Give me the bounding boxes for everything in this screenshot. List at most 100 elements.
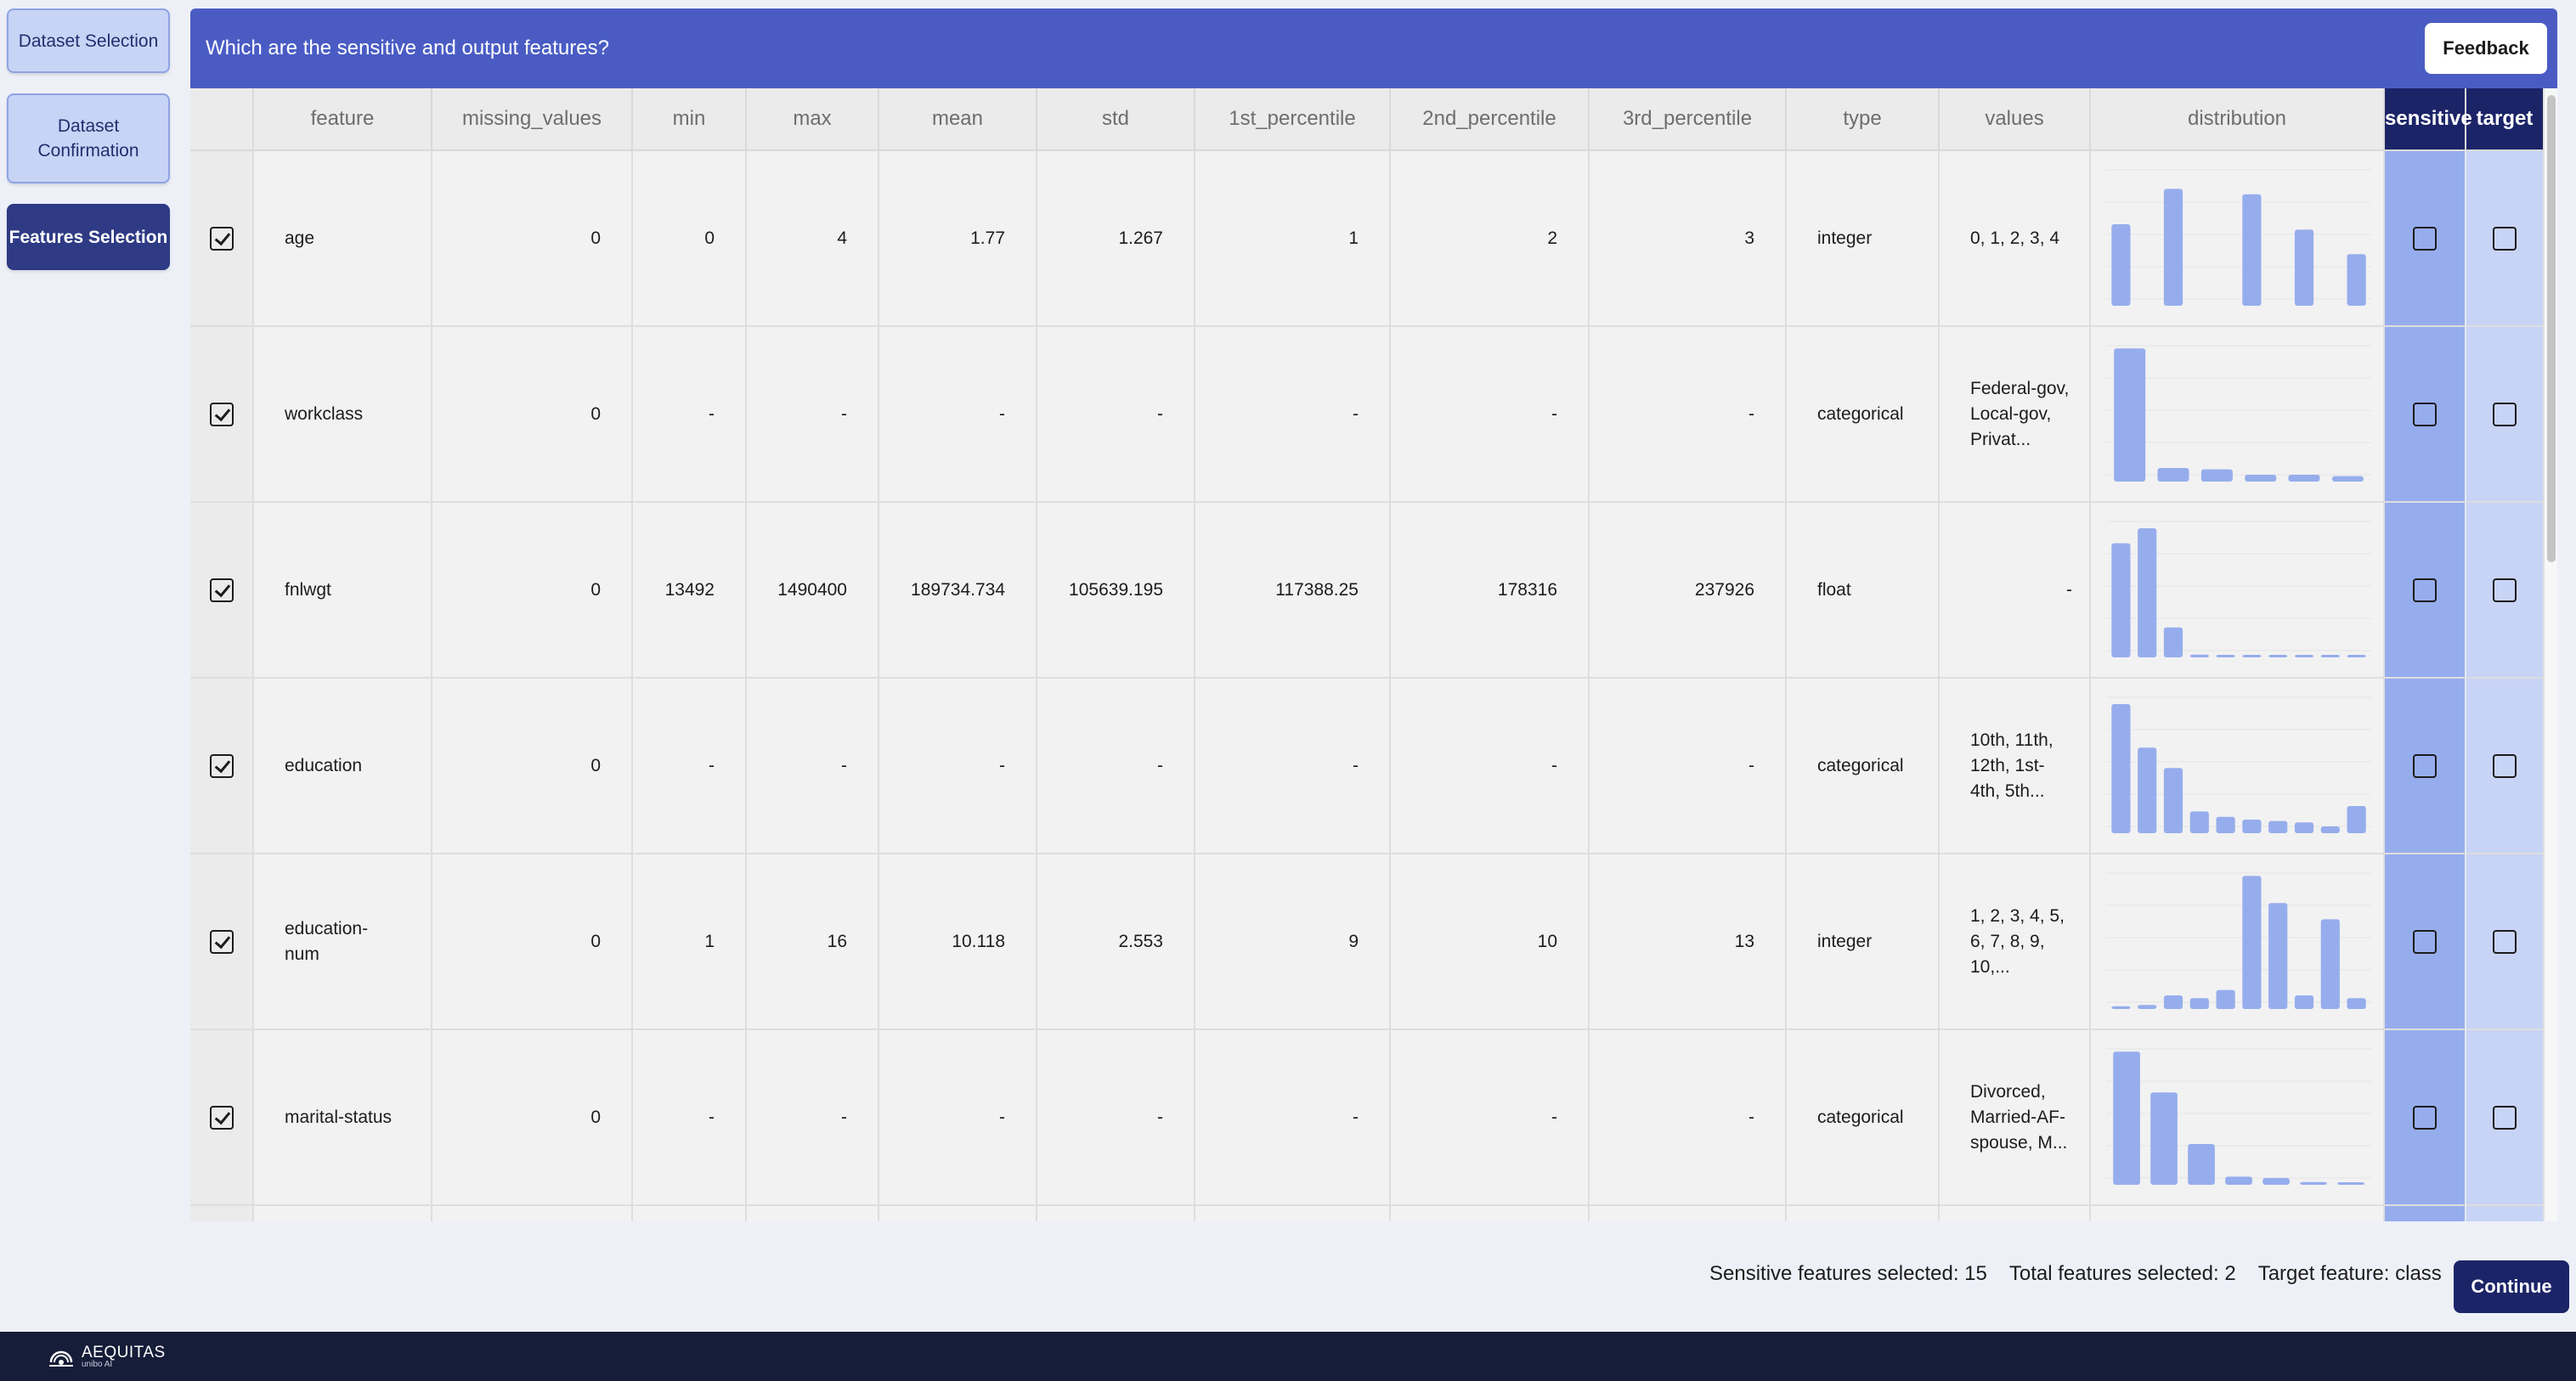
table-row <box>190 1205 2545 1221</box>
distribution-histogram <box>2106 696 2371 833</box>
logo-name: AEQUITAS <box>82 1344 166 1361</box>
scrollbar-thumb[interactable] <box>2547 95 2556 562</box>
std-cell: 2.553 <box>1037 854 1195 1030</box>
column-header-target[interactable]: target <box>2466 88 2545 151</box>
histogram-bar <box>2337 1181 2364 1185</box>
histogram-bar <box>2138 747 2157 833</box>
continue-button[interactable]: Continue <box>2454 1260 2569 1313</box>
distribution-cell <box>2090 502 2385 679</box>
sensitive-checkbox[interactable] <box>2413 929 2437 954</box>
sidebar-item-features-selection[interactable]: Features Selection <box>7 204 170 270</box>
sensitive-checkbox[interactable] <box>2413 1105 2437 1130</box>
type-cell: integer <box>1786 854 1940 1030</box>
histogram-bar <box>2294 654 2314 657</box>
row-select-cell <box>190 1029 254 1206</box>
partial-row-cell <box>632 1205 747 1221</box>
percentile-3-cell: 13 <box>1589 854 1787 1030</box>
percentile-2-cell: 10 <box>1390 854 1590 1030</box>
partial-row-cell <box>878 1205 1037 1221</box>
distribution-cell <box>2090 678 2385 854</box>
table-scrollbar[interactable] <box>2544 88 2557 1221</box>
histogram-bar <box>2242 194 2262 306</box>
std-cell: - <box>1037 326 1195 503</box>
histogram-bar <box>2320 826 2340 833</box>
column-header-values[interactable]: values <box>1939 88 2091 151</box>
values-cell: Divorced, Married-AF-spouse, M... <box>1939 1029 2091 1206</box>
histogram-bar <box>2216 654 2235 657</box>
missing-values-cell: 0 <box>432 854 633 1030</box>
histogram-bar <box>2157 467 2189 482</box>
histogram-bar <box>2216 816 2235 833</box>
sidebar: Dataset Selection Dataset Confirmation F… <box>7 8 170 290</box>
std-cell: - <box>1037 678 1195 854</box>
histogram-bar <box>2347 253 2366 306</box>
values-cell: 1, 2, 3, 4, 5, 6, 7, 8, 9, 10,... <box>1939 854 2091 1030</box>
sensitive-checkbox[interactable] <box>2413 402 2437 426</box>
row-select-cell <box>190 326 254 503</box>
column-header-3rd-percentile[interactable]: 3rd_percentile <box>1589 88 1787 151</box>
histogram-bar <box>2111 543 2131 657</box>
percentile-2-cell: - <box>1390 678 1590 854</box>
histogram-bar <box>2163 627 2183 657</box>
partial-row-cell <box>1939 1205 2091 1221</box>
values-cell: - <box>1939 502 2091 679</box>
row-select-checkbox[interactable] <box>209 402 234 426</box>
table-row: age 0 0 4 1.77 1.267 1 2 3 integer 0, 1, 2, 3, 4 <box>190 150 2545 327</box>
histogram-bar <box>2138 1004 2157 1009</box>
sensitive-checkbox[interactable] <box>2413 753 2437 778</box>
histogram-bar <box>2347 654 2366 657</box>
row-select-checkbox[interactable] <box>209 753 234 778</box>
aequitas-logo-icon <box>49 1350 73 1367</box>
table-body: age 0 0 4 1.77 1.267 1 2 3 integer 0, 1, 2, 3, 4 wo… <box>190 150 2545 1221</box>
partial-row-cell <box>1037 1205 1195 1221</box>
target-checkbox[interactable] <box>2493 402 2517 426</box>
column-header-2nd-percentile[interactable]: 2nd_percentile <box>1390 88 1590 151</box>
sensitive-cell <box>2384 326 2466 503</box>
histogram-bar <box>2113 1051 2140 1185</box>
column-header-std[interactable]: std <box>1037 88 1195 151</box>
row-select-checkbox[interactable] <box>209 226 234 251</box>
target-checkbox[interactable] <box>2493 753 2517 778</box>
row-select-cell <box>190 678 254 854</box>
target-cell <box>2466 150 2545 327</box>
type-cell: categorical <box>1786 1029 1940 1206</box>
missing-values-cell: 0 <box>432 678 633 854</box>
histogram-bar <box>2294 995 2314 1009</box>
histogram-bar <box>2189 997 2209 1009</box>
row-select-checkbox[interactable] <box>209 929 234 954</box>
column-header-1st-percentile[interactable]: 1st_percentile <box>1195 88 1391 151</box>
distribution-cell <box>2090 1029 2385 1206</box>
row-select-checkbox[interactable] <box>209 1105 234 1130</box>
column-header-type[interactable]: type <box>1786 88 1940 151</box>
target-checkbox[interactable] <box>2493 226 2517 251</box>
column-header-mean[interactable]: mean <box>878 88 1037 151</box>
min-cell: - <box>632 1029 747 1206</box>
column-header-feature[interactable]: feature <box>253 88 432 151</box>
histogram-bar <box>2114 347 2146 482</box>
histogram-bar <box>2163 188 2183 306</box>
histogram-bar <box>2347 997 2366 1009</box>
question-header: Which are the sensitive and output featu… <box>190 8 2557 88</box>
target-checkbox[interactable] <box>2493 929 2517 954</box>
column-header-max[interactable]: max <box>746 88 879 151</box>
column-header-missing-values[interactable]: missing_values <box>432 88 633 151</box>
sidebar-item-dataset-confirmation[interactable]: Dataset Confirmation <box>7 93 170 183</box>
target-checkbox[interactable] <box>2493 1105 2517 1130</box>
histogram-bar <box>2189 654 2209 657</box>
histogram-bar <box>2138 527 2157 657</box>
table-row: workclass 0- - - - - - - categorical Federal-gov,… <box>190 326 2545 503</box>
percentile-2-cell: 2 <box>1390 150 1590 327</box>
sidebar-item-dataset-selection[interactable]: Dataset Selection <box>7 8 170 73</box>
column-header-min[interactable]: min <box>632 88 747 151</box>
column-header-distribution[interactable]: distribution <box>2090 88 2385 151</box>
column-header-sensitive[interactable]: sensitive <box>2384 88 2472 151</box>
sensitive-checkbox[interactable] <box>2413 226 2437 251</box>
target-checkbox[interactable] <box>2493 578 2517 602</box>
feedback-button[interactable]: Feedback <box>2425 23 2547 74</box>
select-column-header <box>190 88 254 151</box>
features-table: feature missing_values min max mean std … <box>190 88 2545 1221</box>
row-select-cell <box>190 502 254 679</box>
distribution-histogram <box>2106 1048 2371 1185</box>
row-select-checkbox[interactable] <box>209 578 234 602</box>
sensitive-checkbox[interactable] <box>2413 578 2437 602</box>
